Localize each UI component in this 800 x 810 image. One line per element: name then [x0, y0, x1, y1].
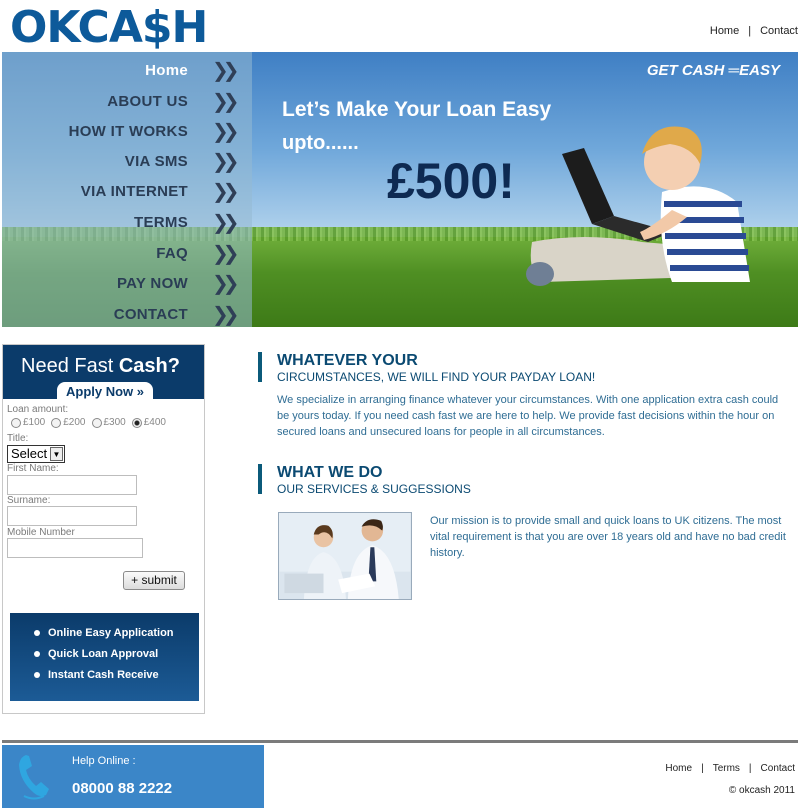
nav-item-pay-now[interactable]: PAY NOW ❯❯ — [2, 268, 240, 298]
nav-item-via-sms[interactable]: VIA SMS ❯❯ — [2, 146, 240, 176]
loan-form-panel: Need Fast Cash? Apply Now » Loan amount:… — [2, 344, 205, 714]
radio-label: £400 — [143, 417, 166, 428]
nav-item-how-it-works[interactable]: HOW IT WORKS ❯❯ — [2, 116, 240, 146]
section-text: We specialize in arranging finance whate… — [277, 394, 779, 438]
form-title-bold: Cash? — [118, 355, 180, 377]
radio-checked-icon — [131, 417, 142, 428]
nav-label: Home — [145, 61, 188, 79]
nav-label: VIA SMS — [124, 152, 188, 170]
help-label: Help Online : — [72, 755, 136, 767]
form-header: Need Fast Cash? Apply Now » — [3, 345, 204, 401]
title-select[interactable]: Select ▼ — [7, 445, 65, 463]
dropdown-arrow-icon: ▼ — [50, 447, 63, 461]
nav-item-via-internet[interactable]: VIA INTERNET ❯❯ — [2, 176, 240, 206]
radio-200[interactable]: £200 — [51, 417, 86, 428]
chevron-right-icon: ❯❯ — [212, 211, 240, 234]
help-phone-number[interactable]: 08000 88 2222 — [72, 780, 172, 797]
radio-circle-icon — [91, 417, 102, 428]
nav-label: ABOUT US — [107, 92, 188, 110]
mobile-label: Mobile Number — [7, 527, 75, 538]
radio-300[interactable]: £300 — [91, 417, 126, 428]
main-nav: Home ❯❯ ABOUT US ❯❯ HOW IT WORKS ❯❯ VIA SMS… — [2, 52, 252, 327]
nav-item-about-us[interactable]: ABOUT US ❯❯ — [2, 86, 240, 116]
section-accent-bar — [258, 352, 262, 382]
nav-item-faq[interactable]: FAQ ❯❯ — [2, 238, 240, 268]
business-people-photo — [278, 512, 412, 600]
submit-button[interactable]: + submit — [123, 571, 185, 590]
divider: | — [748, 763, 752, 774]
mobile-input[interactable] — [7, 538, 143, 558]
features-box: Online Easy Application Quick Loan Appro… — [10, 613, 199, 701]
section-accent-bar — [258, 464, 262, 494]
chevron-right-icon: ❯❯ — [212, 120, 240, 143]
feature-item: Online Easy Application — [10, 627, 199, 648]
nav-label: FAQ — [156, 244, 188, 262]
chevron-right-icon: ❯❯ — [212, 150, 240, 173]
first-name-input[interactable] — [7, 475, 137, 495]
hero-banner: Home ❯❯ ABOUT US ❯❯ HOW IT WORKS ❯❯ VIA SMS… — [2, 52, 798, 327]
slogan: GET CASH ═EASY — [646, 62, 780, 79]
radio-label: £300 — [103, 417, 126, 428]
surname-input[interactable] — [7, 506, 137, 526]
radio-label: £200 — [63, 417, 86, 428]
surname-label: Surname: — [7, 495, 51, 506]
radio-circle-icon — [51, 417, 62, 428]
radio-label: £100 — [23, 417, 46, 428]
banner-upto: upto...... — [282, 132, 359, 154]
chevron-right-icon: ❯❯ — [212, 242, 240, 265]
form-title-part: Need Fast — [21, 355, 119, 377]
nav-label: CONTACT — [113, 305, 188, 323]
top-link-home[interactable]: Home — [710, 25, 739, 37]
radio-circle-icon — [11, 417, 21, 428]
footer-links: Home | Terms | Contact — [665, 763, 795, 774]
divider: | — [748, 25, 752, 37]
phone-icon — [19, 755, 49, 800]
nav-item-contact[interactable]: CONTACT ❯❯ — [2, 299, 240, 327]
footer-link-terms[interactable]: Terms — [713, 763, 740, 774]
chevron-right-icon: ❯❯ — [212, 303, 240, 326]
site-logo[interactable]: OKCA$H — [10, 6, 208, 50]
divider: | — [701, 763, 704, 774]
section-title: WHAT WE DO — [277, 464, 383, 481]
chevron-right-icon: ❯❯ — [212, 180, 240, 203]
banner-tagline: Let’s Make Your Loan Easy — [282, 98, 552, 121]
nav-label: VIA INTERNET — [80, 182, 188, 200]
feature-item: Instant Cash Receive — [10, 669, 199, 690]
title-label: Title: — [7, 433, 29, 444]
nav-label: PAY NOW — [116, 274, 188, 292]
footer-link-home[interactable]: Home — [665, 763, 692, 774]
boy-with-laptop-illustration — [526, 126, 750, 286]
top-link-contact[interactable]: Contact — [760, 25, 798, 37]
chevron-right-icon: ❯❯ — [212, 90, 240, 113]
loan-amount-radios: £100 £200 £300 £400 — [11, 417, 166, 428]
radio-100[interactable]: £100 — [11, 417, 45, 428]
nav-item-home[interactable]: Home ❯❯ — [2, 55, 240, 85]
top-links: Home | Contact — [710, 25, 798, 37]
help-box: Help Online : 08000 88 2222 — [2, 745, 264, 808]
nav-label: TERMS — [134, 213, 188, 231]
radio-400[interactable]: £400 — [131, 417, 166, 428]
mission-text: Our mission is to provide small and quic… — [430, 515, 786, 559]
apply-now-tab[interactable]: Apply Now » — [57, 382, 153, 401]
section-subtitle: OUR SERVICES & SUGGESSIONS — [277, 482, 471, 496]
footer-link-contact[interactable]: Contact — [761, 763, 795, 774]
first-name-label: First Name: — [7, 463, 59, 474]
section-title: WHATEVER YOUR — [277, 352, 418, 369]
nav-label: HOW IT WORKS — [68, 122, 188, 140]
form-title: Need Fast Cash? — [21, 355, 180, 378]
banner-amount: £500! — [387, 153, 515, 209]
footer-divider — [2, 740, 798, 743]
loan-amount-label: Loan amount: — [7, 404, 69, 415]
copyright: © okcash 2011 — [728, 785, 795, 796]
title-select-value: Select — [11, 446, 48, 461]
chevron-right-icon: ❯❯ — [212, 272, 240, 295]
nav-item-terms[interactable]: TERMS ❯❯ — [2, 207, 240, 237]
feature-item: Quick Loan Approval — [10, 648, 199, 669]
chevron-right-icon: ❯❯ — [212, 59, 240, 82]
section-subtitle: CIRCUMSTANCES, WE WILL FIND YOUR PAYDAY … — [277, 370, 596, 384]
